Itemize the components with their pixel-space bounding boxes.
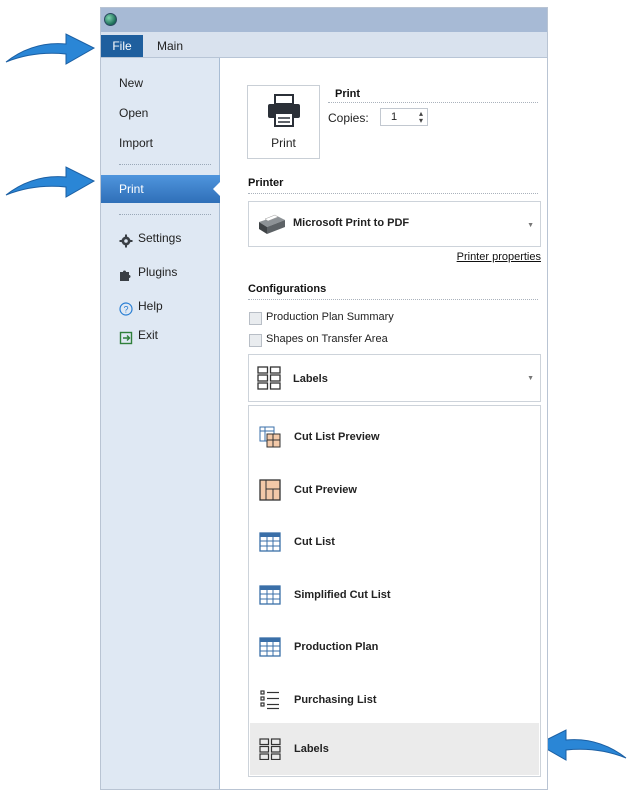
sidebar-item-label: Settings: [138, 231, 182, 245]
checkbox-label: Production Plan Summary: [266, 311, 394, 323]
list-item[interactable]: Cut Preview: [250, 464, 539, 516]
sidebar-item-print[interactable]: Print: [101, 175, 221, 203]
sidebar-item-label: New: [119, 76, 144, 90]
pointer-arrow-print: [5, 166, 96, 198]
list-item-label: Simplified Cut List: [294, 589, 391, 601]
print-button-label: Print: [271, 136, 296, 150]
sidebar-item-open[interactable]: Open: [101, 100, 220, 126]
print-button[interactable]: Print: [247, 85, 320, 159]
pointer-arrow-labels: [536, 729, 627, 761]
list-item-selected[interactable]: Labels: [250, 723, 539, 775]
printer-properties-link[interactable]: Printer properties: [457, 251, 541, 263]
checkbox-shapes-on-transfer-area[interactable]: Shapes on Transfer Area: [249, 333, 509, 349]
sidebar-item-label: Exit: [138, 328, 159, 342]
sidebar-item-label: Open: [119, 106, 149, 120]
checkbox-box[interactable]: [249, 334, 262, 347]
labels-icon: [257, 366, 281, 390]
list-item-label: Cut Preview: [294, 484, 357, 496]
printer-name: Microsoft Print to PDF: [293, 217, 410, 229]
sidebar-item-import[interactable]: Import: [101, 130, 220, 156]
sidebar-item-new[interactable]: New: [101, 70, 220, 96]
cut-list-preview-icon: [259, 426, 281, 448]
sidebar-item-exit[interactable]: Exit: [101, 322, 220, 348]
section-divider: [248, 299, 538, 300]
sidebar-item-label: Plugins: [138, 265, 178, 279]
sidebar-item-label: Print: [119, 182, 144, 196]
printer-section-title: Printer: [248, 177, 284, 189]
table-icon: [259, 532, 281, 552]
checkbox-label: Shapes on Transfer Area: [266, 333, 388, 345]
list-item-label: Purchasing List: [294, 694, 377, 706]
cut-preview-icon: [259, 479, 281, 501]
copies-stepper[interactable]: 1 ▴ ▾: [380, 108, 428, 126]
list-item[interactable]: Cut List Preview: [250, 411, 539, 463]
list-item-label: Labels: [294, 743, 329, 755]
backstage-sidebar: New Open Import Print Settings Plugins ?…: [101, 58, 221, 789]
list-icon: [260, 690, 279, 710]
exit-icon: [119, 328, 133, 345]
list-item[interactable]: Simplified Cut List: [250, 569, 539, 621]
sidebar-item-label: Import: [119, 136, 154, 150]
list-item[interactable]: Production Plan: [250, 621, 539, 673]
checkbox-box[interactable]: [249, 312, 262, 325]
copies-value: 1: [391, 111, 398, 123]
printer-icon: [268, 94, 300, 127]
ribbon-tabs: File Main: [101, 32, 547, 58]
sidebar-item-help[interactable]: ? Help: [101, 293, 220, 319]
sidebar-item-label: Help: [138, 299, 163, 313]
copies-label: Copies:: [328, 111, 369, 125]
help-icon: ?: [119, 299, 133, 316]
app-logo-icon: [104, 13, 117, 26]
list-item-label: Production Plan: [294, 641, 379, 653]
title-bar: [101, 8, 547, 32]
puzzle-icon: [119, 265, 133, 281]
chevron-down-icon: ▼: [527, 222, 534, 229]
app-window: File Main New Open Import Print Settings: [100, 7, 548, 790]
configurations-section-title: Configurations: [248, 283, 327, 295]
sidebar-separator: [119, 164, 211, 165]
list-item[interactable]: Purchasing List: [250, 674, 539, 726]
gear-icon: [119, 231, 133, 248]
pointer-arrow-file: [5, 33, 96, 65]
print-section-title: Print: [335, 88, 361, 100]
printer-device-icon: [259, 214, 285, 234]
list-item-label: Cut List Preview: [294, 431, 380, 443]
report-list: Cut List Preview Cut Preview Cut List Si…: [248, 405, 541, 777]
spinner-arrows-icon[interactable]: ▴ ▾: [419, 110, 423, 125]
list-item[interactable]: Cut List: [250, 516, 539, 568]
report-select-value: Labels: [293, 373, 328, 385]
report-select[interactable]: Labels ▼: [248, 354, 541, 402]
section-divider: [328, 102, 538, 103]
sidebar-item-settings[interactable]: Settings: [101, 225, 220, 251]
sidebar-separator: [119, 214, 211, 215]
checkbox-production-plan-summary[interactable]: Production Plan Summary: [249, 311, 509, 327]
section-divider: [248, 193, 538, 194]
chevron-down-icon: ▼: [527, 375, 534, 382]
table-icon: [259, 585, 281, 605]
tab-main[interactable]: Main: [147, 35, 193, 57]
print-panel: Print Print Copies: 1 ▴ ▾ Printer Microso…: [220, 58, 547, 789]
printer-select[interactable]: Microsoft Print to PDF ▼: [248, 201, 541, 247]
table-icon: [259, 637, 281, 657]
labels-icon: [259, 738, 281, 760]
list-item-label: Cut List: [294, 536, 335, 548]
tab-file[interactable]: File: [101, 35, 143, 57]
sidebar-item-plugins[interactable]: Plugins: [101, 259, 220, 285]
svg-text:?: ?: [123, 304, 128, 314]
